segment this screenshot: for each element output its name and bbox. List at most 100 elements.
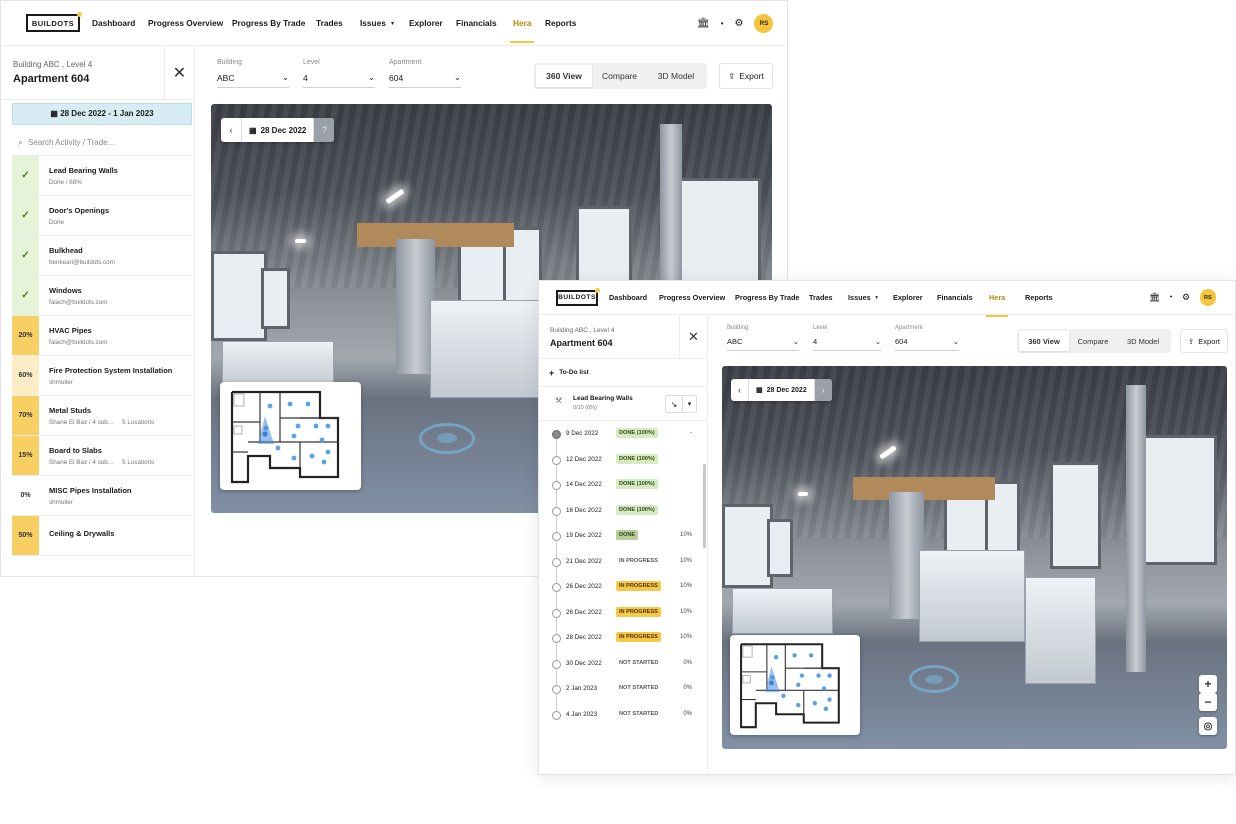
zoom-out-button[interactable]: − <box>1199 693 1217 711</box>
activity-row[interactable]: 70% Metal Studs Shane El Baz / 4 sub... 5 L… <box>12 396 192 436</box>
activity-row[interactable]: 15% Board to Slabs Shane El Baz / 4 sub...… <box>12 436 192 476</box>
nav-progress-by-trade[interactable]: Progress By Trade <box>232 18 305 28</box>
help-icon[interactable]: ? <box>314 118 335 142</box>
status-badge: IN PROGRESS <box>616 632 661 642</box>
timeline-row[interactable]: 26 Dec 2022 IN PROGRESS 10% <box>539 606 704 620</box>
view-360-view[interactable]: 360 View <box>1019 331 1069 351</box>
view-compare[interactable]: Compare <box>1069 331 1117 351</box>
view-360-view[interactable]: 360 View <box>536 65 592 87</box>
nav-progress-overview[interactable]: Progress Overview <box>659 293 725 302</box>
floor-plan-minimap[interactable] <box>730 635 860 735</box>
timeline-row[interactable]: 26 Dec 2022 IN PROGRESS 10% <box>539 581 704 594</box>
activity-row[interactable]: 50% Ceiling & Drywalls <box>12 516 192 556</box>
filter-value[interactable]: 4 ⌄ <box>813 334 881 351</box>
chevron-left-icon[interactable]: ‹ <box>221 118 241 142</box>
floor-plan <box>740 643 840 729</box>
nav-reports[interactable]: Reports <box>1025 293 1053 302</box>
nav-reports[interactable]: Reports <box>545 18 576 28</box>
view-compare[interactable]: Compare <box>592 65 647 87</box>
view-3d-model[interactable]: 3D Model <box>1117 331 1169 351</box>
export-button[interactable]: ⇪ Export <box>1180 329 1228 353</box>
scrollbar[interactable] <box>703 464 706 548</box>
nav-trades[interactable]: Trades <box>809 293 833 302</box>
gear-icon[interactable]: ⚙ <box>1182 292 1190 303</box>
filter-apartment[interactable]: Apartment 604 ⌄ <box>895 325 959 351</box>
timeline-row[interactable]: 2 Jan 2023 NOT STARTED 0% <box>539 684 704 696</box>
nav-financials[interactable]: Financials <box>937 293 973 302</box>
avatar[interactable]: RS <box>1199 289 1217 306</box>
activity-row[interactable]: ✓ Windows falach@buildots.com <box>12 276 192 316</box>
date-display[interactable]: ▦ 28 Dec 2022 <box>748 379 815 401</box>
timeline-row[interactable]: 16 Dec 2022 DONE (100%) <box>539 504 704 518</box>
timeline-row[interactable]: 19 Dec 2022 DONE 10% <box>539 530 704 543</box>
date-range-banner[interactable]: ▦ 28 Dec 2022 - 1 Jan 2023 <box>12 103 192 125</box>
export-button[interactable]: ⇪ Export <box>719 63 773 89</box>
nav-explorer[interactable]: Explorer <box>409 18 443 28</box>
timeline-date: 21 Dec 2022 <box>566 557 602 565</box>
filter-value[interactable]: ABC ⌄ <box>217 69 289 88</box>
floor-plan-minimap[interactable] <box>220 382 361 490</box>
nav-dashboard[interactable]: Dashboard <box>609 293 647 302</box>
building-icon[interactable]: 🏛 <box>1149 292 1160 303</box>
trade-card[interactable]: ⚒ Lead Bearing Walls 0/10 (0%) ↘ ▾ <box>539 387 707 421</box>
activity-row[interactable]: ✓ Door's Openings Done <box>12 196 192 236</box>
close-icon[interactable]: ✕ <box>164 47 194 99</box>
nav-dashboard[interactable]: Dashboard <box>92 18 135 28</box>
recenter-icon[interactable]: ◎ <box>1199 717 1217 735</box>
progress-timeline: 9 Dec 2022 DONE (100%) - 12 Dec 2022 DONE (1… <box>539 421 707 741</box>
filter-value-text: ABC <box>727 337 743 347</box>
filter-apartment[interactable]: Apartment 604 ⌄ <box>389 59 461 88</box>
timeline-percent: 0% <box>683 685 692 691</box>
activity-row[interactable]: ✓ Lead Bearing Walls Done / 68% <box>12 156 192 196</box>
filter-value[interactable]: 4 ⌄ <box>303 69 375 88</box>
status-badge: DONE (100%) <box>616 479 658 489</box>
todo-list-link[interactable]: + To-Do list <box>539 359 707 387</box>
timeline-row[interactable]: 30 Dec 2022 NOT STARTED 0% <box>539 659 704 671</box>
timeline-row[interactable]: 14 Dec 2022 DONE (100%) <box>539 479 704 492</box>
nav-explorer[interactable]: Explorer <box>893 293 923 302</box>
nav-issues[interactable]: Issues <box>360 18 386 28</box>
building-icon[interactable]: 🏛 <box>697 18 710 29</box>
timeline-row[interactable]: 28 Dec 2022 IN PROGRESS 10% <box>539 632 704 645</box>
chevron-down-icon: ⌄ <box>792 337 799 347</box>
nav-issues[interactable]: Issues <box>848 293 871 302</box>
buildots-logo[interactable]: BUILDOTS <box>26 12 82 32</box>
activity-row[interactable]: 20% HVAC Pipes falach@buildots.com <box>12 316 192 356</box>
activity-row[interactable]: ✓ Bulkhead benkeari@buildots.com <box>12 236 192 276</box>
pointer-icon[interactable]: ↘ <box>666 396 683 412</box>
filter-level[interactable]: Level 4 ⌄ <box>813 325 881 351</box>
view-3d-model[interactable]: 3D Model <box>647 65 705 87</box>
gear-icon[interactable]: ⚙ <box>735 18 744 29</box>
chevron-right-icon[interactable]: › <box>814 379 832 401</box>
timeline-row[interactable]: 21 Dec 2022 IN PROGRESS 10% <box>539 557 704 569</box>
avatar[interactable]: RS <box>754 13 774 33</box>
timeline-row[interactable]: 12 Dec 2022 DONE (100%) <box>539 453 704 467</box>
filter-building[interactable]: Building ABC ⌄ <box>727 325 799 351</box>
chevron-down-icon[interactable]: ▾ <box>683 396 696 412</box>
filter-building[interactable]: Building ABC ⌄ <box>217 59 289 88</box>
search-placeholder: Search Activity / Trade... <box>28 137 115 147</box>
nav-hera[interactable]: Hera <box>509 18 535 43</box>
filter-value[interactable]: 604 ⌄ <box>389 69 461 88</box>
zoom-in-button[interactable]: + <box>1199 675 1217 693</box>
filter-value[interactable]: ABC ⌄ <box>727 334 799 351</box>
nav-financials[interactable]: Financials <box>456 18 497 28</box>
activity-name: Ceiling & Drywalls <box>49 529 115 538</box>
nav-progress-overview[interactable]: Progress Overview <box>148 18 223 28</box>
filter-value[interactable]: 604 ⌄ <box>895 334 959 351</box>
timeline-row[interactable]: 4 Jan 2023 NOT STARTED 0% <box>539 710 704 722</box>
nav-hera[interactable]: Hera <box>985 293 1009 317</box>
date-display[interactable]: ▦ 28 Dec 2022 <box>241 118 315 142</box>
activity-search[interactable]: ⌕ Search Activity / Trade... <box>12 129 192 156</box>
buildots-logo[interactable]: BUILDOTS <box>556 287 600 306</box>
capture-point <box>796 702 801 708</box>
nav-progress-by-trade[interactable]: Progress By Trade <box>735 293 800 302</box>
activity-row[interactable]: 60% Fire Protection System Installation sh… <box>12 356 192 396</box>
activity-row[interactable]: 0% MISC Pipes Installation shmuller <box>12 476 192 516</box>
close-icon[interactable]: ✕ <box>679 316 707 358</box>
timeline-row[interactable]: 9 Dec 2022 DONE (100%) - <box>539 428 704 441</box>
chevron-left-icon[interactable]: ‹ <box>731 379 748 401</box>
filter-level[interactable]: Level 4 ⌄ <box>303 59 375 88</box>
360-viewer[interactable]: ‹ ▦ 28 Dec 2022 › + − ◎ <box>722 366 1227 749</box>
nav-trades[interactable]: Trades <box>316 18 343 28</box>
